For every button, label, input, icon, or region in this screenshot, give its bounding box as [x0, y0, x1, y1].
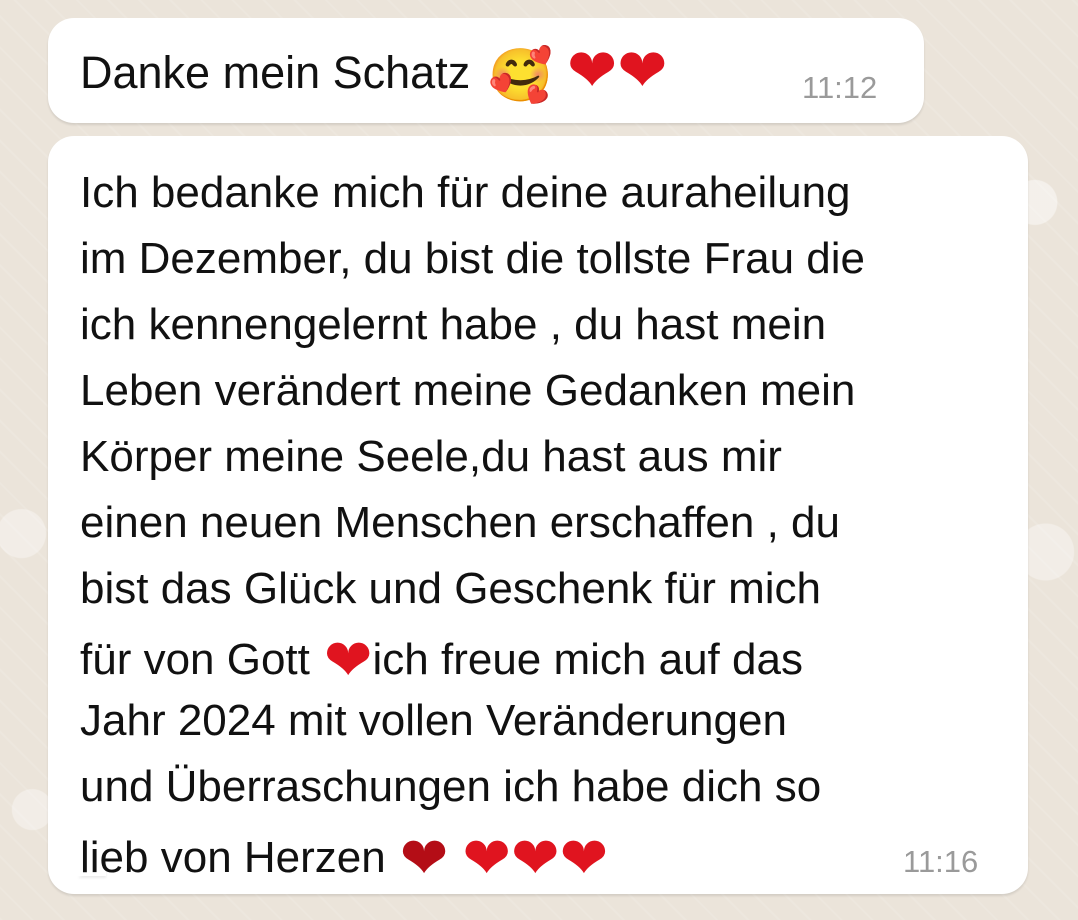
message-line: für von Gott ❤ich freue mich auf das [80, 622, 1010, 693]
message-segment: für von Gott [80, 635, 310, 684]
message-segment: ich freue mich auf das [372, 635, 803, 684]
message-text: Danke mein Schatz 🥰 ❤❤ [80, 37, 668, 106]
message-line: ich kennengelernt habe , du hast mein [80, 300, 827, 349]
red-heart-icon: ❤ [617, 37, 668, 104]
message-line: einen neuen Menschen erschaffen , du [80, 498, 840, 547]
message-timestamp: 11:12 [802, 70, 878, 105]
message-line: lieb von Herzen ❤ ❤❤❤ [80, 820, 1010, 891]
message-line: Ich bedanke mich für deine auraheilung [80, 168, 851, 217]
message-segment: lieb von Herzen [80, 833, 386, 882]
message-line: Körper meine Seele,du hast aus mir [80, 432, 782, 481]
message-line: Jahr 2024 mit vollen Veränderungen [80, 696, 787, 745]
dark-red-heart-icon: ❤ [399, 826, 449, 891]
smiling-face-with-hearts-icon: 🥰 [488, 47, 553, 106]
message-line: Leben verändert meine Gedanken mein [80, 366, 856, 415]
red-heart-icon: ❤ [566, 37, 618, 104]
red-heart-icon: ❤ [462, 826, 511, 891]
red-heart-icon: ❤ [559, 826, 609, 891]
message-text: Ich bedanke mich für deine auraheilung i… [80, 160, 1010, 891]
message-line: im Dezember, du bist die tollste Frau di… [80, 234, 866, 283]
message-timestamp: 11:16 [903, 844, 979, 879]
red-heart-icon: ❤ [510, 826, 560, 891]
message-line: und Überraschungen ich habe dich so [80, 762, 822, 811]
message-line: bist das Glück und Geschenk für mich [80, 564, 821, 613]
red-heart-icon: ❤ [323, 628, 373, 693]
